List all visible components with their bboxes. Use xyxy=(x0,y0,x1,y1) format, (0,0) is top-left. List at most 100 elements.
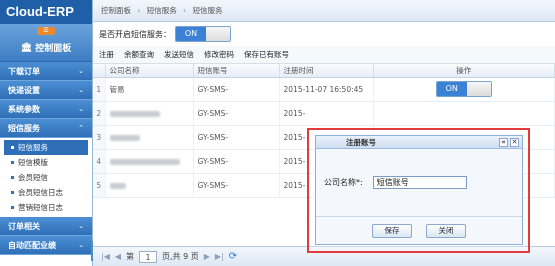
collapse-icon[interactable]: « xyxy=(499,138,508,147)
breadcrumb: 控制面板 › 短信服务 › 短信服务 xyxy=(93,0,555,22)
control-panel-label: 控制面板 xyxy=(35,44,72,54)
menu-group-auto-match[interactable]: 自动匹配业绩 ⌄ xyxy=(0,236,92,255)
first-page-icon[interactable]: |◀ xyxy=(101,252,110,261)
chevron-down-icon: ⌄ xyxy=(78,86,84,94)
menu-group-express-settings[interactable]: 快递设置 ⌄ xyxy=(0,81,92,100)
redacted-text xyxy=(109,110,160,117)
menu-group-order-related[interactable]: 订单相关 ⌄ xyxy=(0,217,92,236)
next-page-icon[interactable]: ▶ xyxy=(204,252,210,261)
cell-company xyxy=(105,173,194,198)
dialog-footer: 保存 关闭 xyxy=(316,216,522,244)
dialog-title: 注册账号 xyxy=(346,138,376,147)
sms-enable-toggle[interactable]: ON xyxy=(175,26,231,42)
redacted-text xyxy=(109,158,180,165)
column-header-action: 操作 xyxy=(373,64,555,78)
cell-account: GY-SMS- xyxy=(193,77,280,102)
control-panel-title: 🏛 控制面板 xyxy=(0,41,92,55)
cell-account: GY-SMS- xyxy=(193,149,280,174)
save-button[interactable]: 保存 xyxy=(372,223,412,238)
dialog-title-bar[interactable]: 注册账号 « ✕ xyxy=(316,136,522,149)
sidebar-item-member-sms[interactable]: 会员短信 xyxy=(0,170,92,185)
page-label: 第 xyxy=(126,252,135,261)
refresh-icon[interactable]: ⟳ xyxy=(229,251,237,262)
row-number: 4 xyxy=(93,149,106,174)
table-header-row: 公司名称 短信账号 注册时间 操作 xyxy=(93,64,555,78)
row-number: 5 xyxy=(93,173,106,198)
menu-group-label: 订单相关 xyxy=(8,222,40,231)
table-row[interactable]: 2 GY-SMS- 2015- xyxy=(93,101,555,126)
menu-group-sms-service[interactable]: 短信服务 ⌃ xyxy=(0,119,92,138)
column-header-time[interactable]: 注册时间 xyxy=(279,64,374,78)
page-total-label: 页,共 9 页 xyxy=(162,252,199,261)
cell-time: 2015- xyxy=(279,101,374,126)
sidebar-item-sms-template[interactable]: 短信模版 xyxy=(0,155,92,170)
cell-account: GY-SMS- xyxy=(193,173,280,198)
cell-company xyxy=(105,149,194,174)
dialog-body: 公司名称*: 短信账号 xyxy=(316,149,522,215)
cell-account: GY-SMS- xyxy=(193,125,280,150)
chevron-down-icon: ⌄ xyxy=(78,222,84,230)
cell-company xyxy=(105,125,194,150)
cell-action xyxy=(373,101,555,126)
redacted-text xyxy=(109,134,140,141)
chevron-down-icon: ⌄ xyxy=(78,241,84,249)
account-prefix: GY-SMS- xyxy=(197,108,229,118)
register-account-dialog: 注册账号 « ✕ 公司名称*: 短信账号 保存 关闭 xyxy=(315,135,523,245)
breadcrumb-item-control-panel[interactable]: 控制面板 xyxy=(101,6,131,15)
menu-group-label: 下载订单 xyxy=(8,67,40,76)
account-prefix: GY-SMS- xyxy=(197,180,229,190)
account-prefix: GY-SMS- xyxy=(197,84,229,94)
toggle-state: ON xyxy=(176,27,206,41)
column-header-company[interactable]: 公司名称 xyxy=(105,64,194,78)
close-icon[interactable]: ✕ xyxy=(510,138,519,147)
brand-logo: Cloud-ERP xyxy=(0,0,92,24)
breadcrumb-item-current: 短信服务 xyxy=(192,6,223,15)
sidebar-item-member-sms-log[interactable]: 会员短信日志 xyxy=(0,185,92,200)
chevron-down-icon: ⌄ xyxy=(78,105,84,113)
toggle-thumb xyxy=(466,82,491,96)
sidebar-item-sms-service[interactable]: 短信服务 xyxy=(4,140,88,155)
sms-enable-row: 是否开启短信服务： ON xyxy=(93,22,555,46)
cell-action: ON xyxy=(373,77,555,102)
prev-page-icon[interactable]: ◀ xyxy=(115,252,121,261)
column-header-account[interactable]: 短信账号 xyxy=(193,64,280,78)
breadcrumb-item-sms-service[interactable]: 短信服务 xyxy=(147,6,177,15)
row-enable-toggle[interactable]: ON xyxy=(435,81,492,97)
close-button[interactable]: 关闭 xyxy=(426,223,466,238)
breadcrumb-separator: › xyxy=(137,6,141,15)
redacted-text xyxy=(109,182,126,189)
cell-time: 2015-11-07 16:50:45 xyxy=(279,77,374,102)
bank-icon: 🏛 xyxy=(20,42,33,53)
toggle-state: ON xyxy=(436,82,467,96)
page-number-input[interactable]: 1 xyxy=(139,250,158,263)
register-button[interactable]: 注册 xyxy=(99,49,114,60)
row-number: 2 xyxy=(93,101,106,126)
table-row[interactable]: 1 管易 GY-SMS- 2015-11-07 16:50:45 ON xyxy=(93,77,555,102)
send-sms-button[interactable]: 发送短信 xyxy=(164,49,194,60)
row-number-header xyxy=(93,64,106,78)
row-number: 1 xyxy=(93,77,106,102)
collapse-sidebar-button[interactable]: ☰ xyxy=(37,27,55,35)
menu-group-label: 短信服务 xyxy=(8,124,40,133)
menu-group-label: 系统参数 xyxy=(8,105,40,114)
balance-query-button[interactable]: 余额查询 xyxy=(124,49,154,60)
sidebar-item-marketing-sms-log[interactable]: 营销短信日志 xyxy=(0,200,92,215)
sidebar: Cloud-ERP ☰ 🏛 控制面板 下载订单 ⌄ 快递设置 ⌄ 系统参数 ⌄ … xyxy=(0,0,93,266)
sms-enable-label: 是否开启短信服务： xyxy=(99,29,171,39)
breadcrumb-separator: › xyxy=(183,6,187,15)
change-password-button[interactable]: 修改密码 xyxy=(204,49,234,60)
cell-company xyxy=(105,101,194,126)
cell-company: 管易 xyxy=(105,77,194,102)
control-panel-header: ☰ 🏛 控制面板 xyxy=(0,24,92,62)
cell-account: GY-SMS- xyxy=(193,101,280,126)
menu-group-label: 自动匹配业绩 xyxy=(8,241,56,250)
menu-group-download-orders[interactable]: 下载订单 ⌄ xyxy=(0,62,92,81)
chevron-down-icon: ⌄ xyxy=(78,67,84,75)
menu-group-system-params[interactable]: 系统参数 ⌄ xyxy=(0,100,92,119)
last-page-icon[interactable]: ▶| xyxy=(215,252,224,261)
company-name-input[interactable]: 短信账号 xyxy=(372,175,467,189)
save-existing-account-button[interactable]: 保存已有账号 xyxy=(244,49,289,60)
company-name-label: 公司名称*: xyxy=(324,177,363,187)
account-prefix: GY-SMS- xyxy=(197,156,229,166)
sms-submenu: 短信服务 短信模版 会员短信 会员短信日志 营销短信日志 xyxy=(0,138,92,217)
